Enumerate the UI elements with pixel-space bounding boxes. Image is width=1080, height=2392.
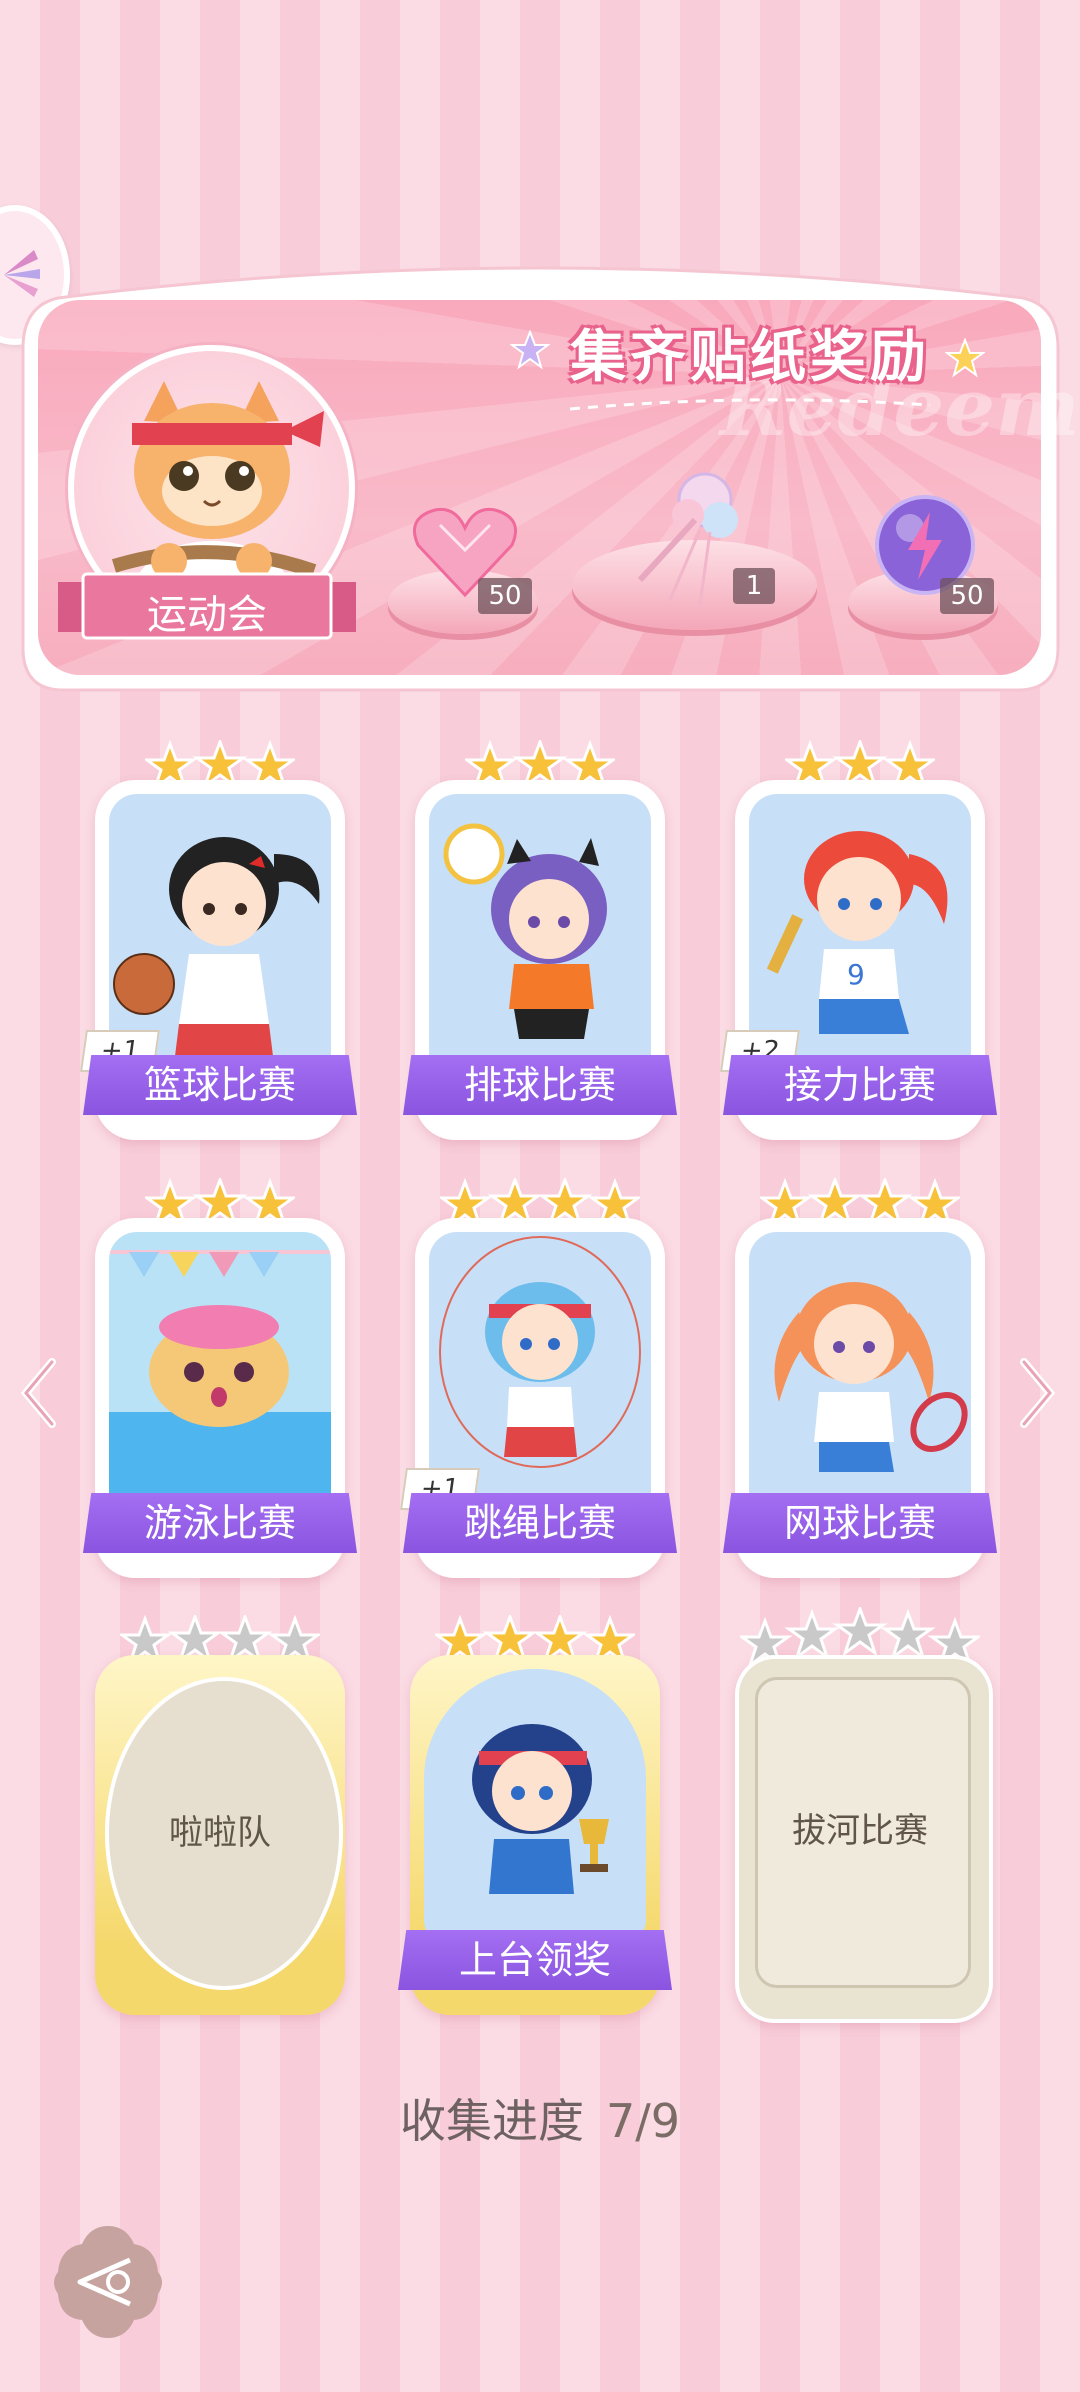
volleyball-girl-icon — [443, 823, 607, 1039]
card-illustration — [429, 794, 651, 1066]
collection-progress: 收集进度 7/9 — [0, 2085, 1080, 2151]
locked-card-label: 拔河比赛 — [792, 1811, 928, 1851]
trophy-girl-icon — [472, 1724, 609, 1894]
basketball-girl-icon — [113, 837, 320, 1064]
swimming-dog-icon — [109, 1250, 331, 1504]
reward-count-3: 50 — [940, 578, 994, 614]
reward-count-1: 50 — [478, 578, 532, 614]
card-illustration: 9 — [749, 794, 971, 1066]
locked-card-label: 啦啦队 — [169, 1813, 271, 1853]
progress-label: 收集进度 — [399, 2094, 584, 2148]
card-label: 篮球比赛 — [83, 1055, 357, 1115]
card-illustration — [429, 1232, 651, 1504]
relay-girl-icon: 9 — [766, 831, 948, 1034]
card-label: 跳绳比赛 — [403, 1493, 677, 1553]
card-illustration — [749, 1232, 971, 1504]
title-underline — [569, 398, 931, 411]
card-label: 游泳比赛 — [83, 1493, 357, 1553]
card-label: 接力比赛 — [723, 1055, 997, 1115]
event-name: 运动会 — [147, 592, 267, 638]
tennis-girl-icon — [774, 1282, 968, 1472]
next-page-arrow-icon[interactable] — [1016, 1358, 1056, 1428]
reward-count-2: 1 — [733, 568, 775, 604]
jump-rope-girl-icon — [439, 1236, 641, 1468]
card-illustration — [424, 1669, 646, 1941]
purple-star-icon — [510, 330, 550, 370]
back-arrow-icon — [54, 2226, 162, 2338]
card-label: 上台领奖 — [398, 1930, 672, 1990]
card-label: 排球比赛 — [403, 1055, 677, 1115]
card-label: 网球比赛 — [723, 1493, 997, 1553]
banner-title: 集齐贴纸奖励 — [570, 325, 930, 390]
prev-page-arrow-icon[interactable] — [20, 1358, 60, 1428]
gold-star-icon — [945, 338, 985, 378]
card-illustration — [109, 794, 331, 1066]
card-illustration — [109, 1232, 331, 1504]
back-button[interactable] — [48, 2222, 168, 2342]
progress-value: 7/9 — [605, 2094, 681, 2148]
svg-text:9: 9 — [847, 958, 865, 991]
